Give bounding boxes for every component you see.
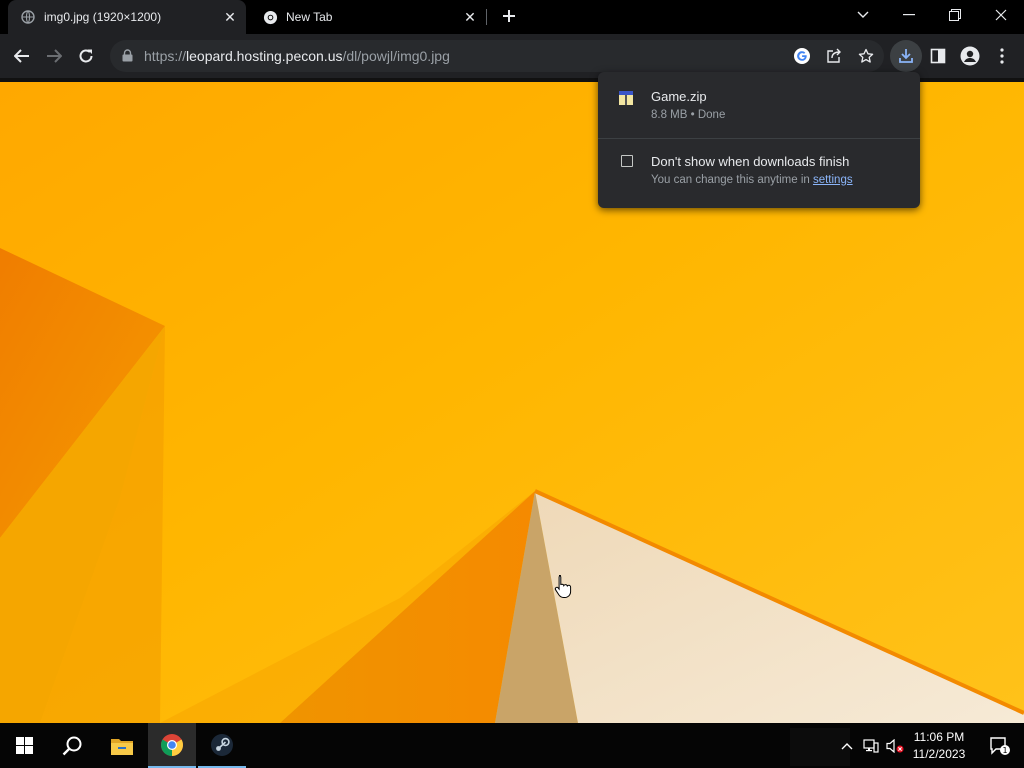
file-explorer-button[interactable]: [98, 723, 146, 768]
search-icon: [62, 736, 82, 755]
tab-img0[interactable]: img0.jpg (1920×1200) ✕: [8, 0, 246, 34]
hint-text: You can change this anytime in: [651, 174, 810, 186]
volume-muted-icon: [886, 738, 904, 753]
back-button[interactable]: [6, 40, 38, 72]
google-lens-icon[interactable]: [788, 46, 816, 66]
bubble-divider: [598, 138, 920, 139]
downloads-bubble: Game.zip 8.8 MB • Done Don't show when d…: [598, 72, 920, 208]
notification-count: 1: [1002, 746, 1007, 755]
dont-show-label[interactable]: Don't show when downloads finish: [651, 154, 849, 169]
steam-icon: [211, 733, 233, 756]
start-icon: [15, 737, 33, 754]
chrome-taskbar-button[interactable]: [148, 723, 196, 768]
show-hidden-icons-button[interactable]: [836, 723, 858, 768]
windows-taskbar: 11:06 PM 11/2/2023 1: [0, 723, 1024, 768]
clock-time: 11:06 PM: [913, 730, 965, 744]
url-path: /dl/powjl/img0.jpg: [342, 48, 450, 64]
start-button[interactable]: [0, 723, 48, 768]
notification-icon: 1: [990, 736, 1010, 755]
tab-search-button[interactable]: [840, 0, 886, 30]
download-file-status: 8.8 MB • Done: [651, 109, 726, 121]
tab-separator: [486, 9, 487, 25]
globe-icon: [20, 9, 36, 25]
download-file-name: Game.zip: [651, 89, 707, 104]
url-scheme: https://: [144, 48, 187, 64]
tab-new-tab[interactable]: New Tab ✕: [250, 0, 486, 34]
search-button[interactable]: [48, 723, 96, 768]
screen: img0.jpg (1920×1200) ✕ New Tab ✕ https:/…: [0, 0, 1024, 768]
profile-avatar[interactable]: [954, 40, 986, 72]
url-host: leopard.hosting.pecon.us: [186, 48, 343, 64]
chevron-up-icon: [841, 742, 853, 749]
bookmark-star-icon[interactable]: [852, 46, 880, 66]
network-icon: [863, 738, 879, 753]
download-item[interactable]: Game.zip 8.8 MB • Done: [598, 72, 920, 138]
url-text[interactable]: https://leopard.hosting.pecon.us/dl/powj…: [144, 48, 450, 64]
clock-date: 11/2/2023: [912, 747, 966, 761]
side-panel-button[interactable]: [922, 40, 954, 72]
download-icon: [899, 49, 913, 63]
downloads-button[interactable]: [890, 40, 922, 72]
lock-icon[interactable]: [122, 49, 134, 63]
file-explorer-icon: [111, 738, 133, 755]
new-tab-button[interactable]: [498, 5, 520, 27]
tab-strip: img0.jpg (1920×1200) ✕ New Tab ✕: [0, 0, 1024, 34]
close-window-button[interactable]: [978, 0, 1024, 30]
volume-button[interactable]: [884, 723, 906, 768]
chrome-icon: [161, 733, 183, 756]
menu-kebab-icon[interactable]: [986, 40, 1018, 72]
hand-cursor-icon: [554, 574, 572, 598]
settings-link[interactable]: settings: [813, 174, 853, 186]
close-tab-icon[interactable]: ✕: [222, 9, 238, 25]
action-center-button[interactable]: 1: [980, 723, 1020, 768]
dont-show-checkbox[interactable]: [621, 155, 633, 167]
forward-button[interactable]: [38, 40, 70, 72]
reload-button[interactable]: [70, 40, 102, 72]
chrome-tab-icon: [262, 9, 278, 25]
settings-hint: You can change this anytime in settings: [651, 174, 853, 186]
restore-button[interactable]: [932, 0, 978, 30]
taskbar-clock[interactable]: 11:06 PM 11/2/2023: [906, 729, 972, 763]
steam-taskbar-button[interactable]: [198, 723, 246, 768]
minimize-button[interactable]: [886, 0, 932, 30]
close-tab-icon[interactable]: ✕: [462, 9, 478, 25]
tab-title: img0.jpg (1920×1200): [44, 10, 162, 24]
address-bar[interactable]: https://leopard.hosting.pecon.us/dl/powj…: [110, 40, 884, 72]
zip-file-icon: [618, 90, 634, 106]
share-icon[interactable]: [820, 46, 848, 66]
tab-title: New Tab: [286, 10, 333, 24]
network-button[interactable]: [860, 723, 882, 768]
